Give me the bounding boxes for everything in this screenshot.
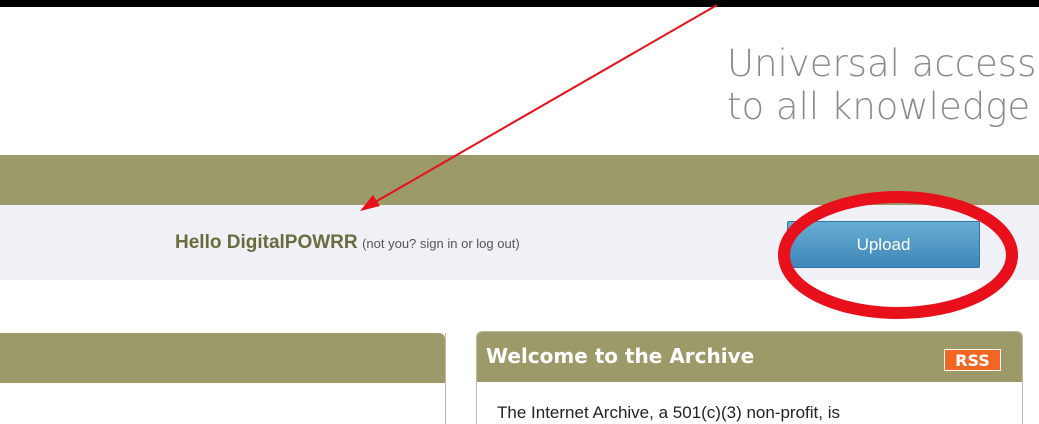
- nav-bar: [0, 155, 1039, 205]
- account-links: (not you? sign in or log out): [362, 236, 520, 251]
- left-panel-header: [0, 333, 445, 383]
- user-greeting: Hello DigitalPOWRR (not you? sign in or …: [175, 232, 520, 254]
- rss-button[interactable]: RSS: [944, 349, 1001, 371]
- paren-close: ): [515, 236, 520, 251]
- upload-button[interactable]: Upload: [787, 221, 980, 268]
- welcome-title: Welcome to the Archive: [486, 344, 755, 368]
- paren-open: (not you?: [362, 236, 420, 251]
- welcome-panel-header: Welcome to the Archive RSS: [477, 332, 1022, 382]
- site-tagline: Universal access to all knowledge: [727, 42, 1039, 128]
- top-border: [0, 0, 1039, 7]
- tagline-line-1: Universal access: [727, 42, 1037, 85]
- or-text: or: [457, 236, 477, 251]
- sign-in-link[interactable]: sign in: [420, 236, 458, 251]
- hello-username: Hello DigitalPOWRR: [175, 232, 358, 253]
- tagline-line-2: to all knowledge: [727, 85, 1031, 128]
- log-out-link[interactable]: log out: [476, 236, 515, 251]
- left-panel: [0, 333, 446, 424]
- welcome-body-text: The Internet Archive, a 501(c)(3) non-pr…: [497, 403, 840, 422]
